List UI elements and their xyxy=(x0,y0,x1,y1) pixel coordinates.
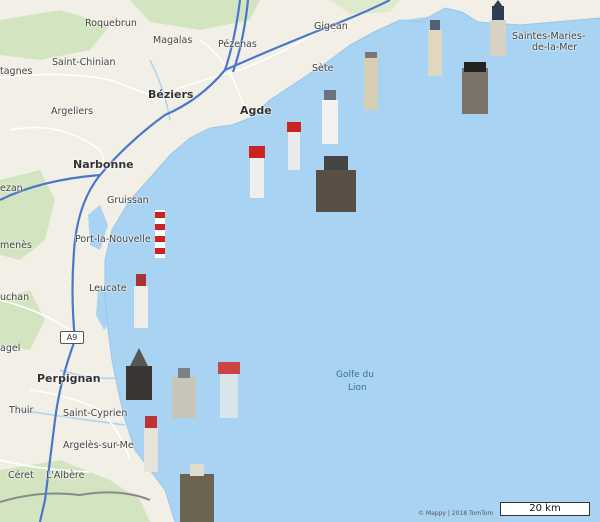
lighthouse-marker xyxy=(155,210,165,258)
sea-label-line2: Lion xyxy=(348,383,367,393)
place-label-sete: Sète xyxy=(312,63,334,74)
place-label-saintes-maries-2: de-la-Mer xyxy=(532,42,578,53)
place-label-ille: agel xyxy=(0,343,21,354)
place-label-argeles: Argelès-sur-Me xyxy=(63,440,134,451)
place-label-gruissan: Gruissan xyxy=(107,195,149,206)
lighthouse-marker xyxy=(287,122,301,170)
place-label-agde: Agde xyxy=(240,104,272,117)
place-label-perpignan: Perpignan xyxy=(37,372,101,385)
lighthouse-marker xyxy=(490,0,506,56)
place-label-pezenas: Pézenas xyxy=(218,39,257,50)
place-label-narbonne: Narbonne xyxy=(73,158,134,171)
place-label-roquebrun: Roquebrun xyxy=(85,18,137,29)
lighthouse-marker xyxy=(428,20,442,76)
place-label-argeliers: Argeliers xyxy=(51,106,94,117)
lighthouse-marker xyxy=(134,274,148,328)
place-label-ceret: Céret xyxy=(8,470,34,481)
place-label-saint-chinian: Saint-Chinian xyxy=(52,57,116,68)
road-shield-a9: A9 xyxy=(60,331,84,344)
lighthouse-marker xyxy=(218,362,240,418)
place-label-tuchan: menès xyxy=(0,240,32,251)
lighthouse-marker xyxy=(364,52,378,110)
place-label-beziers: Béziers xyxy=(148,88,194,101)
sea-label-line1: Golfe du xyxy=(336,370,374,380)
lighthouse-marker xyxy=(249,146,265,198)
place-label-port-la-nouvelle: Port-la-Nouvelle xyxy=(75,234,151,245)
scale-bar: 20 km xyxy=(500,502,590,516)
map-copyright: © Mappy | 2018 TomTom xyxy=(418,510,494,517)
place-label-olargues: tagnes xyxy=(0,66,33,77)
lighthouse-marker xyxy=(462,62,488,114)
place-label-albere: L'Albère xyxy=(46,470,85,481)
place-label-gigean: Gigean xyxy=(314,21,348,32)
place-label-magalas: Magalas xyxy=(153,35,193,46)
lighthouse-marker xyxy=(144,416,158,472)
place-label-lezignan: ezan xyxy=(0,183,23,194)
place-label-leucate: Leucate xyxy=(89,283,127,294)
place-label-duchan: uchan xyxy=(0,292,30,303)
place-label-saint-cyprien: Saint-Cyprien xyxy=(63,408,128,419)
place-label-saintes-maries: Saintes-Maries- xyxy=(512,31,586,42)
place-label-thuir: Thuir xyxy=(9,405,34,416)
lighthouse-marker xyxy=(322,90,338,144)
